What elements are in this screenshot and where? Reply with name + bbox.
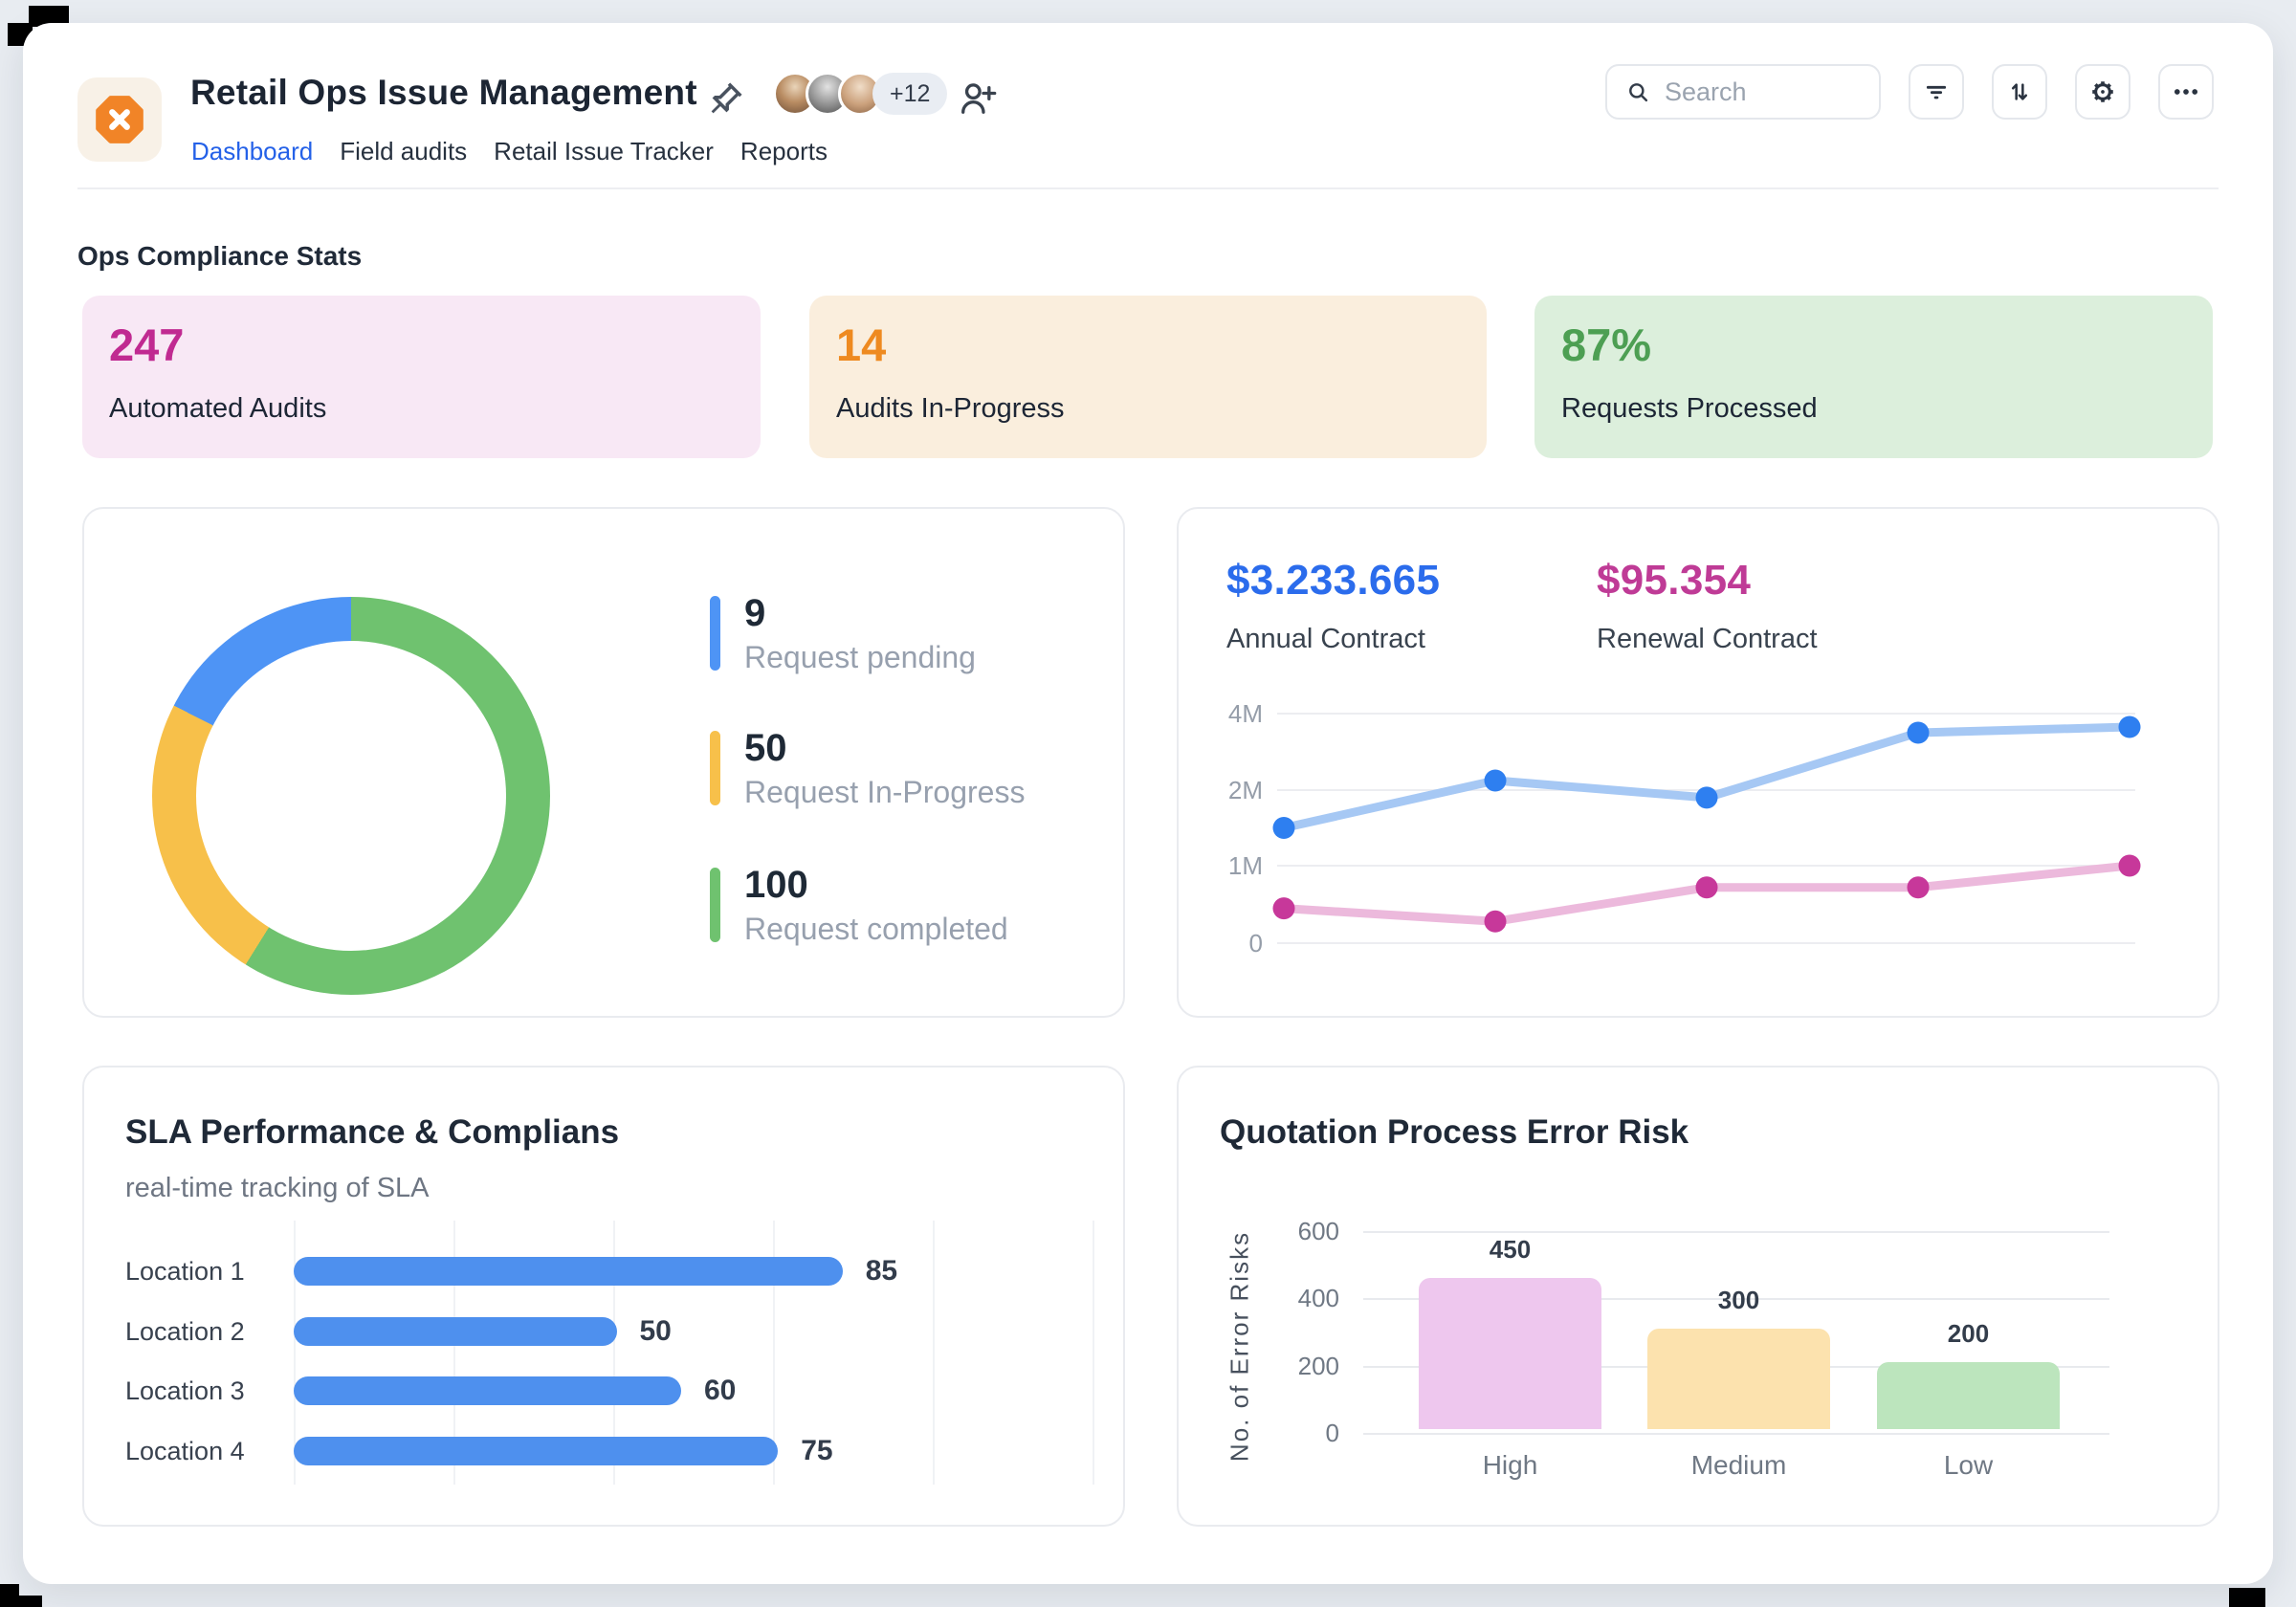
legend-label: Request pending: [744, 640, 976, 674]
tab-reports[interactable]: Reports: [740, 135, 828, 167]
svg-text:1M: 1M: [1228, 851, 1263, 880]
app-window: Retail Ops Issue Management +12 Search D…: [23, 23, 2273, 1584]
risk-y-axis-label: No. of Error Risks: [1225, 1230, 1254, 1463]
legend-value: 50: [744, 727, 787, 769]
crop-artifact: [0, 1584, 19, 1607]
sla-category: Location 4: [125, 1437, 245, 1465]
more-button[interactable]: [2158, 64, 2214, 120]
crop-artifact: [17, 1596, 42, 1607]
y-tick: 600: [1297, 1217, 1339, 1245]
stat-card-automated-audits: 247 Automated Audits: [82, 296, 761, 458]
sla-value: 50: [639, 1315, 672, 1347]
desktop-background: Retail Ops Issue Management +12 Search D…: [0, 0, 2296, 1607]
risk-category: High: [1482, 1450, 1538, 1480]
gridline: [1363, 1433, 2109, 1435]
sla-category: Location 2: [125, 1317, 245, 1346]
legend-value: 9: [744, 592, 766, 634]
sla-category: Location 1: [125, 1257, 245, 1286]
sla-bar: [294, 1376, 681, 1405]
filter-button[interactable]: [1909, 64, 1964, 120]
sla-bar: [294, 1257, 843, 1286]
bar: [1419, 1277, 1601, 1429]
sla-row: Location 3 60: [84, 1375, 1123, 1406]
legend-label: Request In-Progress: [744, 775, 1026, 809]
y-tick: 200: [1297, 1352, 1339, 1380]
search-icon: [1629, 83, 1648, 102]
svg-text:2M: 2M: [1228, 776, 1263, 804]
legend-swatch: [710, 868, 720, 942]
sla-bar: [294, 1437, 779, 1465]
avatar-group[interactable]: +12: [773, 72, 948, 116]
crop-artifact: [2229, 1588, 2265, 1607]
sla-value: 75: [801, 1435, 833, 1466]
pin-icon[interactable]: [704, 80, 744, 121]
stat-label: Requests Processed: [1561, 393, 1818, 424]
gridline: [1363, 1231, 2109, 1233]
y-tick: 400: [1297, 1284, 1339, 1312]
octagon-x-icon: [96, 96, 144, 143]
risk-category: Low: [1943, 1450, 1994, 1480]
bar-value: 450: [1489, 1234, 1532, 1264]
sla-row: Location 4 75: [84, 1435, 1123, 1466]
svg-text:0: 0: [1249, 929, 1263, 958]
sla-card: SLA Performance & Complians real-time tr…: [82, 1066, 1125, 1527]
sla-category: Location 3: [125, 1376, 245, 1405]
legend-value: 100: [744, 864, 808, 906]
svg-text:4M: 4M: [1228, 699, 1263, 728]
stat-label: Audits In-Progress: [836, 393, 1065, 424]
requests-donut-chart: [152, 597, 550, 995]
stat-card-requests-processed: 87% Requests Processed: [1534, 296, 2213, 458]
requests-donut-card: 9 Request pending 50 Request In-Progress…: [82, 507, 1125, 1018]
stat-label: Automated Audits: [109, 393, 327, 424]
search-placeholder: Search: [1665, 77, 1747, 106]
app-logo: [77, 77, 162, 162]
tab-retail-issue-tracker[interactable]: Retail Issue Tracker: [494, 135, 714, 167]
search-input[interactable]: Search: [1605, 64, 1881, 120]
bar: [1647, 1328, 1830, 1429]
sla-value: 60: [704, 1375, 737, 1406]
sla-row: Location 1 85: [84, 1255, 1123, 1287]
bar-value: 300: [1717, 1285, 1760, 1314]
risk-category: Medium: [1690, 1450, 1787, 1480]
header-divider: [77, 187, 2219, 189]
sla-card-title: SLA Performance & Complians: [125, 1113, 620, 1151]
sla-value: 85: [865, 1255, 898, 1287]
sla-card-subtitle: real-time tracking of SLA: [125, 1173, 430, 1203]
legend-label: Request completed: [744, 912, 1008, 946]
sort-icon: [2011, 83, 2028, 100]
sla-row: Location 2 50: [84, 1315, 1123, 1347]
ellipsis-icon: [2174, 89, 2198, 95]
sort-button[interactable]: [1992, 64, 2047, 120]
bar-value: 200: [1947, 1318, 1990, 1348]
stat-value: 87%: [1561, 319, 1652, 370]
legend-swatch: [710, 596, 720, 671]
bar: [1877, 1361, 2060, 1429]
person-add-icon: [961, 83, 997, 114]
tab-dashboard[interactable]: Dashboard: [191, 135, 313, 167]
avatar-overflow-badge[interactable]: +12: [872, 73, 948, 115]
tab-field-audits[interactable]: Field audits: [340, 135, 467, 167]
risk-card-title: Quotation Process Error Risk: [1220, 1113, 1689, 1151]
gear-icon: [2092, 81, 2113, 102]
contracts-line-chart: 0 1M 2M 4M: [1179, 509, 2218, 1016]
legend-swatch: [710, 731, 720, 805]
stat-value: 247: [109, 319, 185, 370]
settings-button[interactable]: [2075, 64, 2130, 120]
tab-bar: Dashboard Field audits Retail Issue Trac…: [191, 135, 828, 167]
quotation-risk-card: Quotation Process Error Risk No. of Erro…: [1177, 1066, 2219, 1527]
y-tick: 0: [1325, 1419, 1339, 1447]
section-title: Ops Compliance Stats: [77, 241, 363, 271]
stat-value: 14: [836, 319, 887, 370]
filter-icon: [1926, 85, 1947, 99]
page-title: Retail Ops Issue Management: [190, 73, 697, 112]
contracts-card: $3.233.665 Annual Contract $95.354 Renew…: [1177, 507, 2219, 1018]
add-user-button[interactable]: [956, 77, 998, 120]
stat-card-audits-in-progress: 14 Audits In-Progress: [809, 296, 1487, 458]
sla-bar: [294, 1317, 617, 1346]
